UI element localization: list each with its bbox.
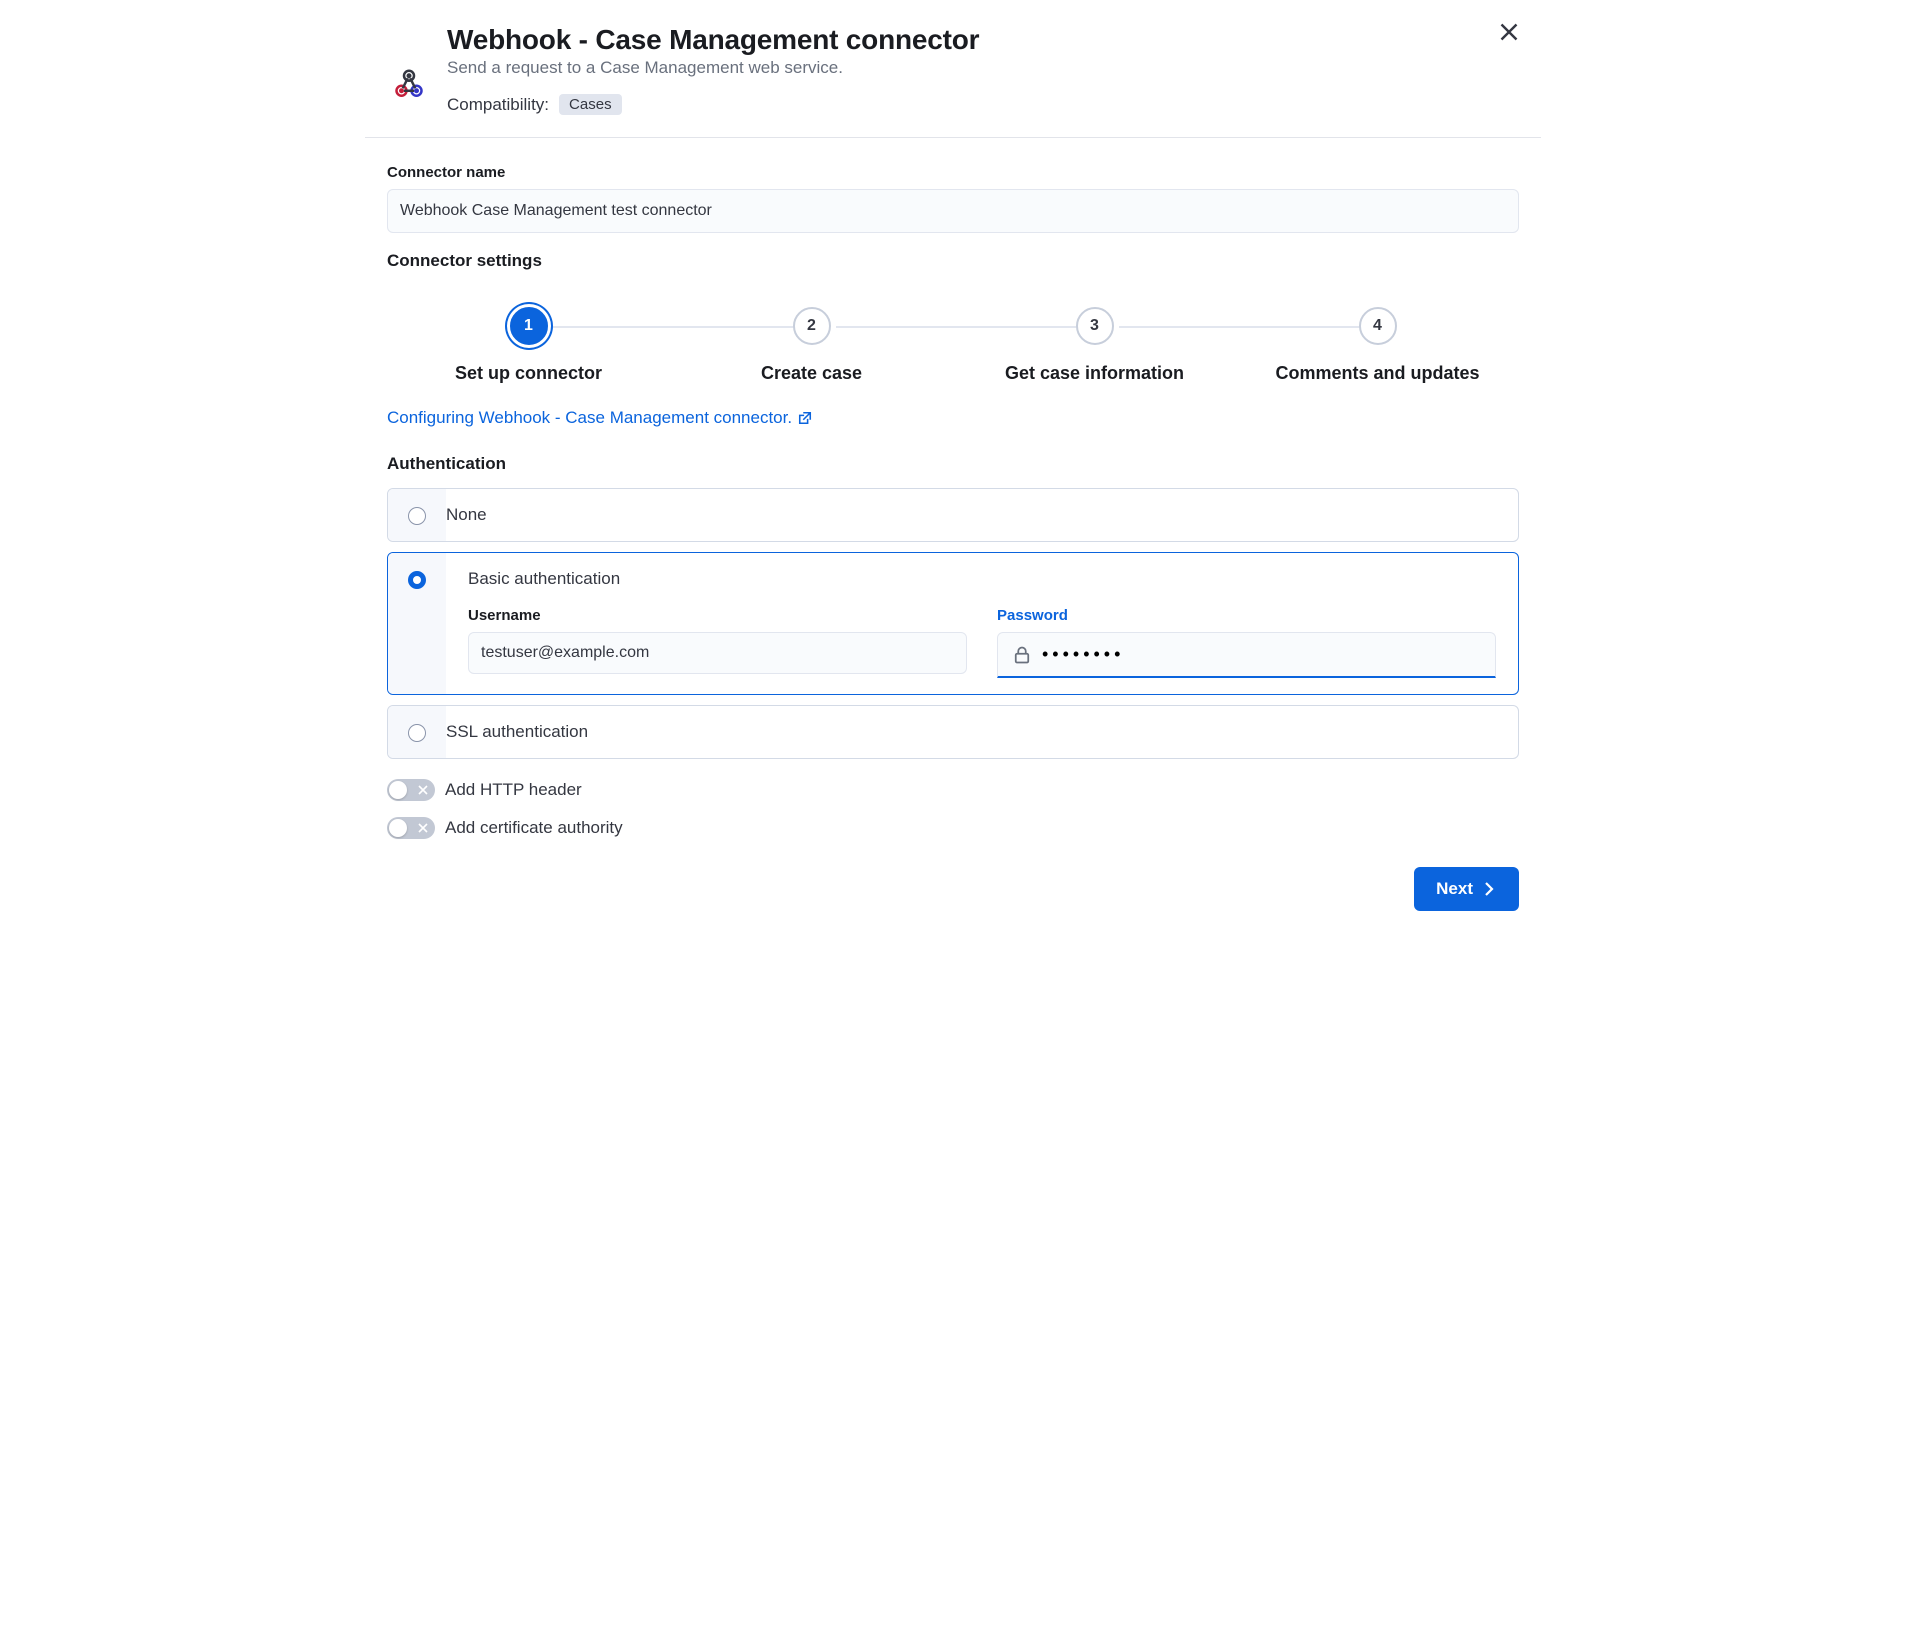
compatibility-badge: Cases (559, 94, 622, 115)
external-link-icon (798, 411, 812, 425)
x-icon (418, 823, 428, 833)
auth-basic-label: Basic authentication (468, 569, 1496, 589)
header: Webhook - Case Management connector Send… (365, 0, 1541, 138)
step-circle: 4 (1359, 307, 1397, 345)
compatibility-label: Compatibility: (447, 95, 549, 115)
auth-option-none[interactable]: None (387, 488, 1519, 542)
doc-link-text: Configuring Webhook - Case Management co… (387, 408, 792, 428)
close-button[interactable] (1497, 20, 1521, 44)
chevron-right-icon (1481, 881, 1497, 897)
auth-option-basic[interactable]: Basic authentication Username Password (387, 552, 1519, 695)
step-create-case[interactable]: 2 Create case (670, 307, 953, 384)
page-title: Webhook - Case Management connector (447, 24, 1517, 56)
radio-leader (388, 706, 446, 758)
step-title: Get case information (1005, 363, 1184, 384)
username-label: Username (468, 607, 967, 624)
next-button[interactable]: Next (1414, 867, 1519, 911)
username-input[interactable] (468, 632, 967, 674)
connector-name-input[interactable] (387, 189, 1519, 233)
auth-option-ssl[interactable]: SSL authentication (387, 705, 1519, 759)
step-circle: 2 (793, 307, 831, 345)
page-subtitle: Send a request to a Case Management web … (447, 58, 1517, 78)
radio-icon (408, 724, 426, 742)
stepper: 1 Set up connector 2 Create case 3 Get c… (387, 307, 1519, 384)
auth-ssl-label: SSL authentication (446, 722, 1518, 742)
radio-leader (388, 489, 446, 541)
close-icon (1497, 20, 1521, 44)
step-title: Comments and updates (1275, 363, 1479, 384)
authentication-label: Authentication (387, 454, 1519, 474)
step-title: Set up connector (455, 363, 602, 384)
toggle-knob (389, 781, 407, 799)
connector-name-label: Connector name (387, 164, 1519, 181)
lock-icon (1012, 645, 1032, 665)
step-setup-connector[interactable]: 1 Set up connector (387, 307, 670, 384)
toggle-knob (389, 819, 407, 837)
http-header-toggle[interactable] (387, 779, 435, 801)
step-circle: 3 (1076, 307, 1114, 345)
http-header-toggle-label: Add HTTP header (445, 780, 582, 800)
auth-none-label: None (446, 505, 1518, 525)
step-get-case-info[interactable]: 3 Get case information (953, 307, 1236, 384)
step-comments-updates[interactable]: 4 Comments and updates (1236, 307, 1519, 384)
radio-leader (388, 553, 446, 694)
step-title: Create case (761, 363, 862, 384)
radio-icon (408, 507, 426, 525)
password-label: Password (997, 607, 1496, 624)
doc-link[interactable]: Configuring Webhook - Case Management co… (387, 408, 812, 428)
password-input[interactable] (1042, 633, 1495, 676)
webhook-logo-icon (389, 62, 429, 102)
step-circle: 1 (510, 307, 548, 345)
cert-authority-toggle-label: Add certificate authority (445, 818, 623, 838)
cert-authority-toggle[interactable] (387, 817, 435, 839)
x-icon (418, 785, 428, 795)
connector-settings-label: Connector settings (387, 251, 1519, 271)
radio-icon (408, 571, 426, 589)
next-button-label: Next (1436, 879, 1473, 899)
